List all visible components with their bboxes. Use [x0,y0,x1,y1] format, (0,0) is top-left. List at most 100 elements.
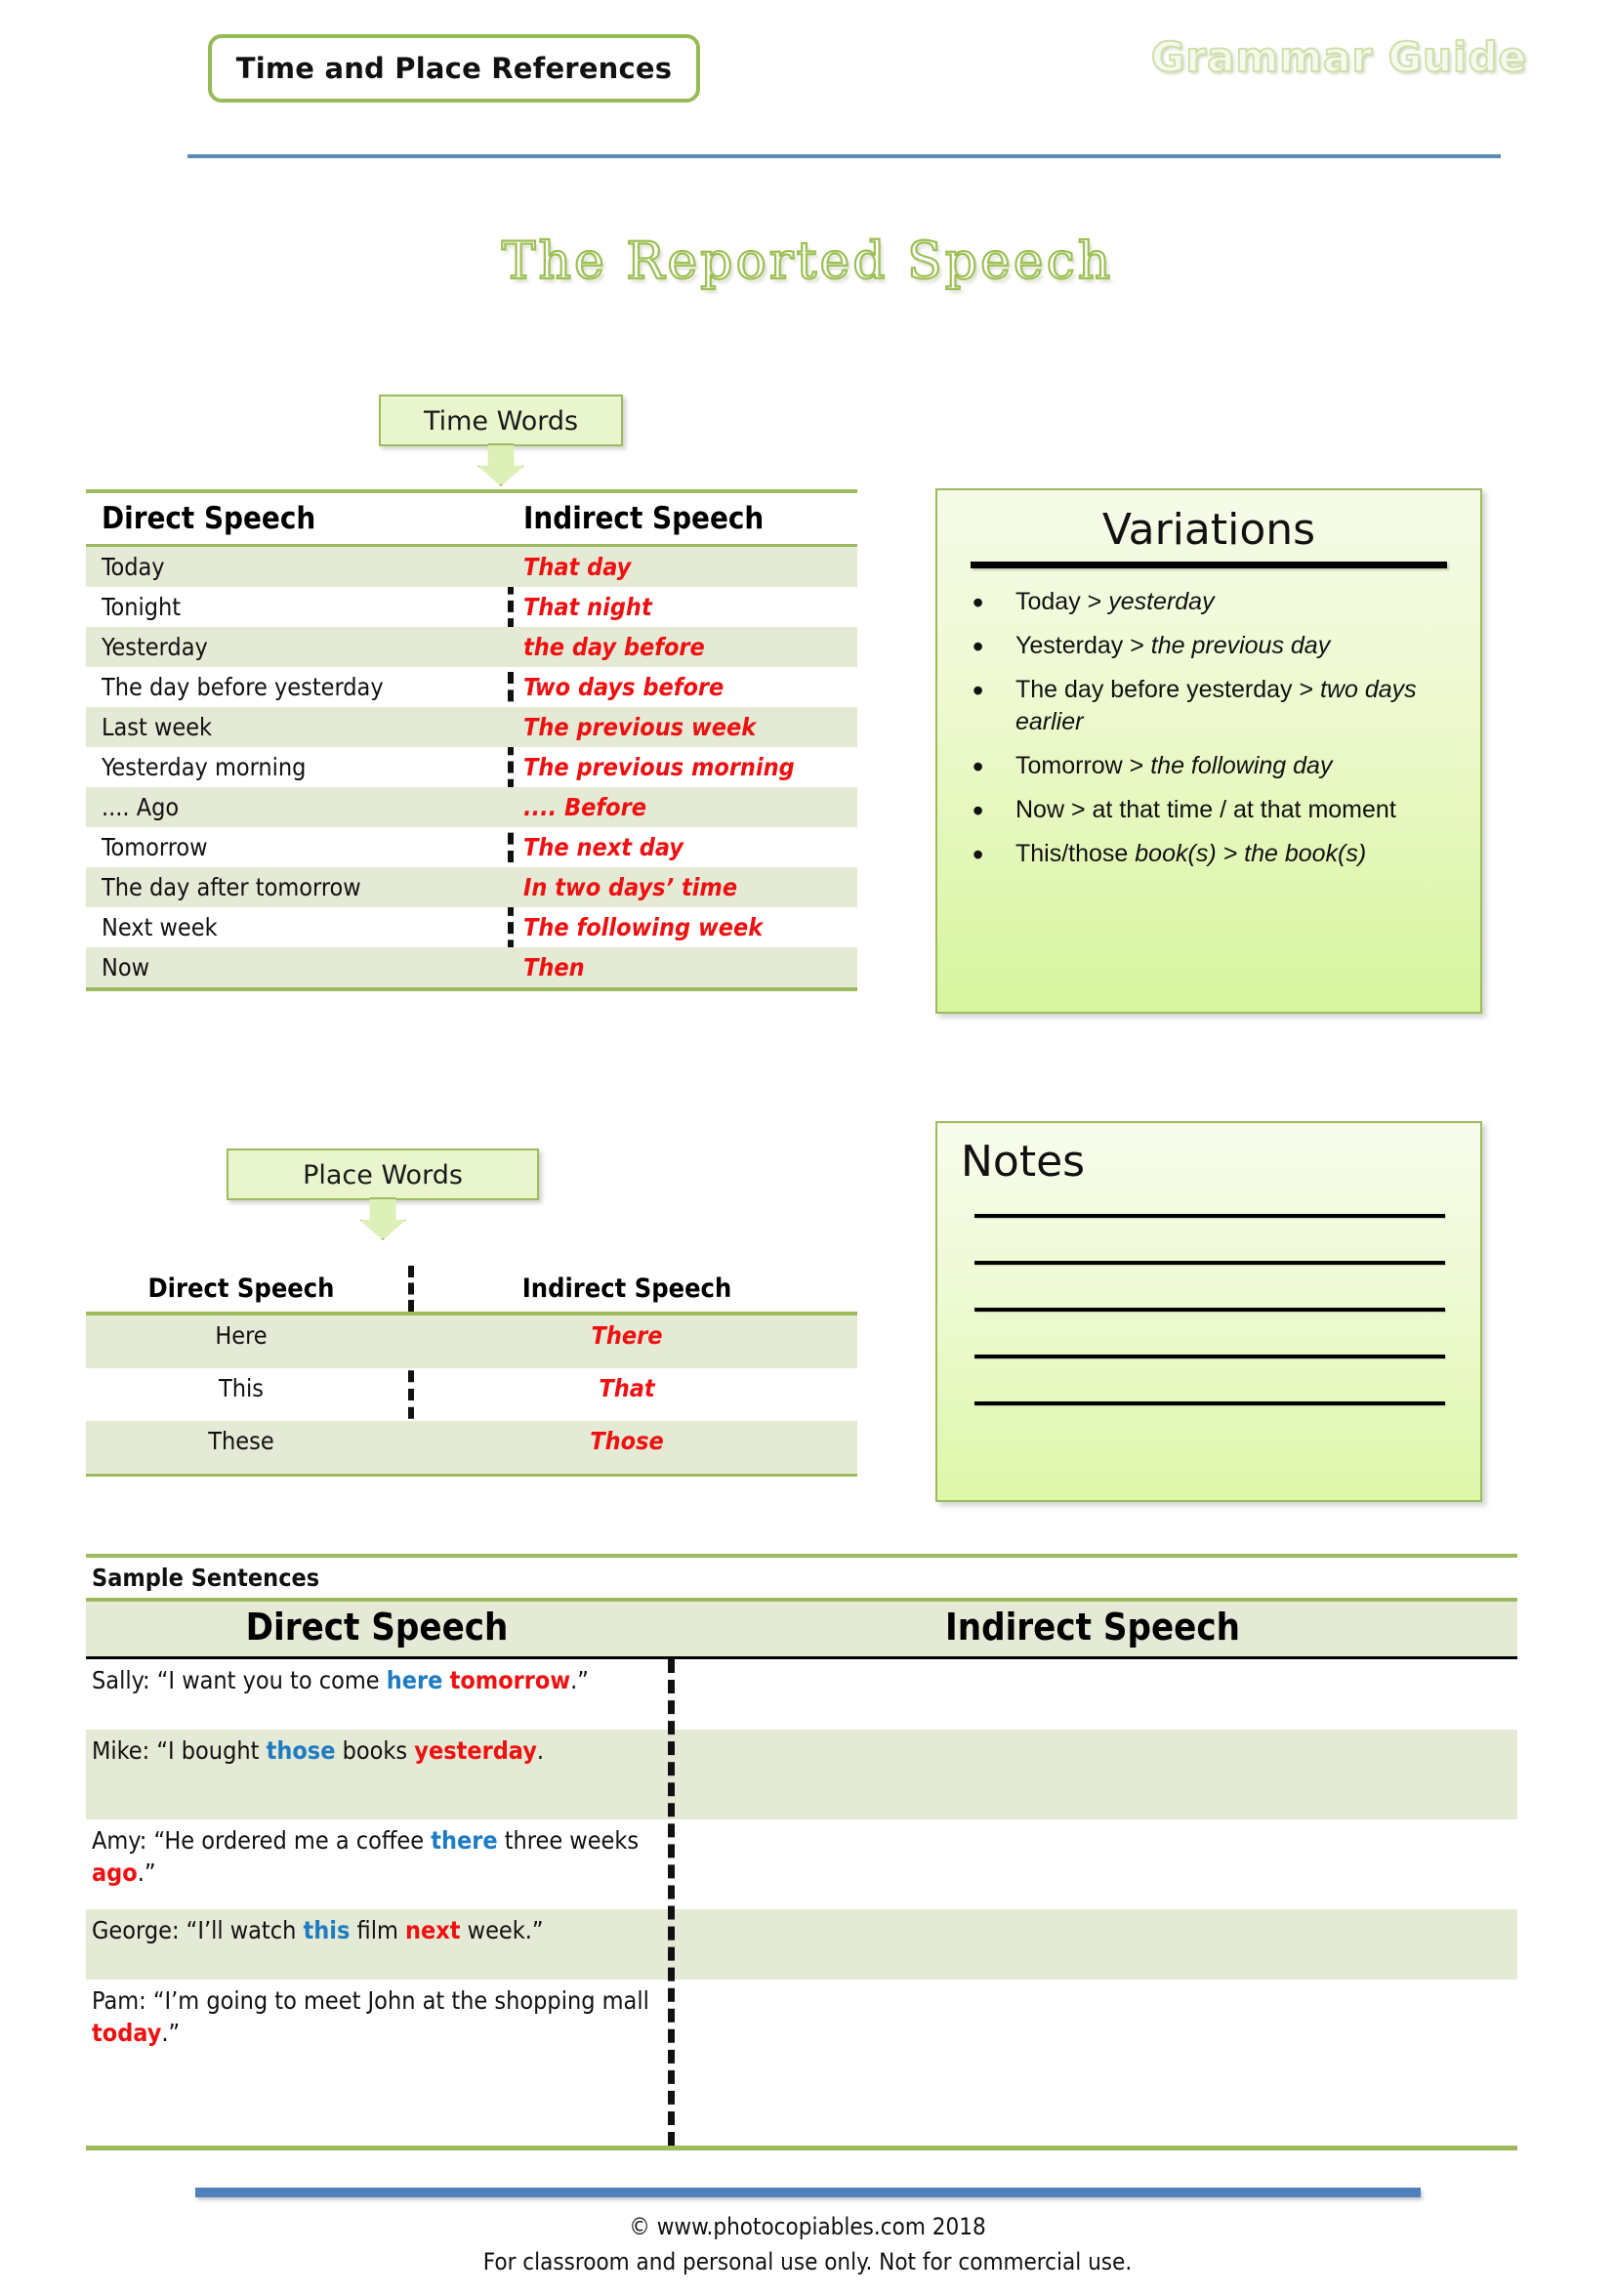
cell-indirect-speech: Then [523,953,585,981]
variations-italic-term: the following day [1150,751,1333,779]
callout-place-box: Place Words [227,1148,539,1200]
cell-direct-speech: Pam: “I’m going to meet John at the shop… [92,1986,649,2047]
cell-direct-speech: Sally: “I want you to come here tomorrow… [92,1666,589,1694]
time-keyword: next [405,1916,461,1944]
callout-time-label: Time Words [423,406,579,437]
table-row: Here There [86,1315,857,1368]
cell-indirect-speech-answer[interactable] [668,1980,1517,2069]
cell-direct-speech: Today [102,553,165,581]
notes-writing-line[interactable] [974,1355,1445,1358]
footer-copyright: © www.photocopiables.com 2018 [629,2213,986,2240]
footer-divider-rule [195,2188,1421,2197]
place-keyword: there [431,1826,498,1855]
cell-indirect-speech: Two days before [523,673,725,701]
variations-list-item: The day before yesterday > two days earl… [959,671,1459,738]
table-row: Tomorrow The next day [86,827,857,867]
page-title: The Reported Speech [501,231,1114,292]
table-row: Yesterday morning The previous morning [86,747,857,787]
place-keyword: those [266,1736,336,1765]
variations-list-item: Now > at that time / at that moment [959,791,1459,832]
column-header-indirect: Indirect Speech [523,501,765,536]
cell-indirect-speech: The previous week [523,713,757,741]
time-rows-container: Today That day Tonight That night Yesterday t… [86,547,857,987]
cell-indirect-speech-answer[interactable] [668,1909,1517,1980]
table-bottom-rule [86,1474,857,1477]
table-row: The day before yesterday Two days before [86,667,857,707]
cell-direct-speech: Next week [102,913,218,941]
cell-indirect-speech: That night [523,593,652,621]
notes-lines-container [961,1214,1457,1405]
variations-list-item: Tomorrow > the following day [959,747,1459,788]
table-row: This That [86,1368,857,1421]
time-keyword: tomorrow [449,1666,571,1694]
table-row: Pam: “I’m going to meet John at the shop… [86,1980,1517,2069]
cell-indirect-speech-answer[interactable] [668,1730,1517,1819]
place-words-table: Direct Speech Indirect Speech Here There T… [86,1266,857,1477]
table-row: Yesterday the day before [86,627,857,667]
worksheet-page: Time and Place References Grammar Guide … [0,0,1615,2296]
variations-italic-term: book(s) > the book(s) [1135,839,1367,867]
variations-italic-term: yesterday [1108,587,1215,615]
cell-direct-speech: The day before yesterday [102,673,384,701]
variations-title-rule [971,561,1447,568]
variations-title: Variations [1101,505,1316,555]
cell-indirect-speech: In two days’ time [523,873,738,901]
place-keyword: this [303,1916,351,1944]
cell-indirect-speech-answer[interactable] [668,1659,1517,1730]
table-bottom-rule [86,987,857,991]
down-arrow-icon [477,443,524,486]
table-row: Sally: “I want you to come here tomorrow… [86,1659,1517,1730]
time-words-table: Direct Speech Indirect Speech Today That … [86,489,857,991]
cell-indirect-speech: That [599,1374,655,1402]
variations-list-item: Yesterday > the previous day [959,627,1459,668]
sample-sentences-label: Sample Sentences [92,1564,320,1592]
table-row: Now Then [86,947,857,987]
cell-indirect-speech: There [591,1321,663,1350]
cell-direct-speech: The day after tomorrow [102,873,361,901]
cell-indirect-speech: The following week [523,913,764,941]
footer-usage-notice: For classroom and personal use only. Not… [482,2248,1133,2275]
notes-writing-line[interactable] [974,1214,1445,1218]
cell-direct-speech: Last week [102,713,213,741]
variations-panel: Variations Today > yesterdayYesterday > … [935,488,1482,1014]
place-rows-container: Here There This That These Those [86,1315,857,1474]
footer: © www.photocopiables.com 2018 For classr… [0,2209,1615,2279]
time-keyword: yesterday [414,1736,537,1765]
table-row: Tonight That night [86,587,857,627]
header-title-badge: Time and Place References [208,34,700,103]
notes-writing-line[interactable] [974,1261,1445,1265]
notes-panel[interactable]: Notes [935,1121,1482,1502]
column-header-indirect: Indirect Speech [945,1606,1240,1649]
column-header-indirect: Indirect Speech [521,1273,732,1304]
column-header-direct: Direct Speech [245,1606,509,1649]
column-header-direct: Direct Speech [102,501,316,536]
down-arrow-icon [359,1197,406,1240]
cell-indirect-speech: That day [523,553,632,581]
table-row: George: “I’ll watch this film next week.… [86,1909,1517,1980]
variations-italic-term: two days earlier [1015,675,1417,735]
variations-italic-term: the previous day [1150,631,1331,659]
cell-indirect-speech: .... Before [523,793,646,821]
table-row: The day after tomorrow In two days’ time [86,867,857,907]
cell-indirect-speech: The next day [523,833,683,861]
cell-direct-speech: Tomorrow [102,833,208,861]
table-row: Today That day [86,547,857,587]
table-row: These Those [86,1421,857,1474]
column-header-direct: Direct Speech [147,1273,335,1304]
notes-title: Notes [961,1137,1086,1187]
callout-time-box: Time Words [379,395,623,446]
column-divider-dashed [668,1659,675,2146]
cell-indirect-speech: the day before [523,633,705,661]
header-divider-rule [187,154,1501,158]
cell-indirect-speech-answer[interactable] [668,1819,1517,1909]
cell-direct-speech: Mike: “I bought those books yesterday. [92,1736,545,1765]
variations-list-item: Today > yesterday [959,583,1459,624]
sample-header-row: Direct Speech Indirect Speech [86,1602,1517,1656]
callout-time-words: Time Words [379,395,623,486]
notes-writing-line[interactable] [974,1401,1445,1405]
table-row: Next week The following week [86,907,857,947]
cell-direct-speech: George: “I’ll watch this film next week.… [92,1916,544,1944]
table-header-row: Direct Speech Indirect Speech [86,1266,857,1312]
table-row: Amy: “He ordered me a coffee there three… [86,1819,1517,1909]
notes-writing-line[interactable] [974,1308,1445,1312]
